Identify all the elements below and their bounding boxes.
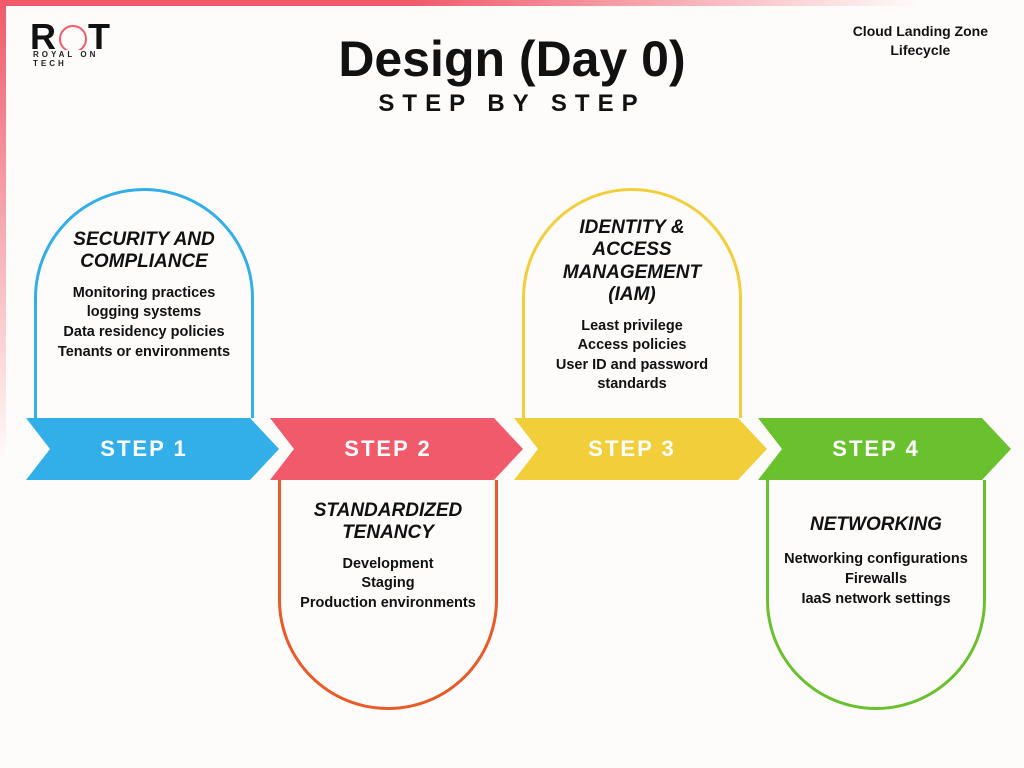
step-1-bubble: SECURITY AND COMPLIANCE Monitoring pract… [34,188,254,418]
step-3-arrow: STEP 3 [514,418,767,480]
step-3-label: STEP 3 [514,418,750,480]
step-diagram: SECURITY AND COMPLIANCE Monitoring pract… [26,186,1002,742]
step-1-arrow: STEP 1 [26,418,279,480]
step-1-label: STEP 1 [26,418,262,480]
step-2-bubble: STANDARDIZED TENANCY Development Staging… [278,480,498,710]
title-block: Design (Day 0) STEP BY STEP [0,30,1024,118]
step-2-points: Development Staging Production environme… [295,555,481,614]
step-3-bubble: IDENTITY & ACCESS MANAGEMENT (IAM) Least… [522,188,742,418]
step-2-arrow: STEP 2 [270,418,523,480]
step-4-points: Networking configurations Firewalls IaaS… [783,550,969,609]
step-4-label: STEP 4 [758,418,994,480]
step-4-heading: NETWORKING [783,514,969,536]
step-1-points: Monitoring practices logging systems Dat… [51,284,237,362]
step-4-bubble: NETWORKING Networking configurations Fir… [766,480,986,710]
step-3-heading: IDENTITY & ACCESS MANAGEMENT (IAM) [539,217,725,307]
step-3-points: Least privilege Access policies User ID … [539,317,725,395]
page-subtitle: STEP BY STEP [0,90,1024,118]
step-1-heading: SECURITY AND COMPLIANCE [51,229,237,274]
step-2-heading: STANDARDIZED TENANCY [295,500,481,545]
step-4-arrow: STEP 4 [758,418,1011,480]
page-title: Design (Day 0) [0,30,1024,88]
step-2-label: STEP 2 [270,418,506,480]
